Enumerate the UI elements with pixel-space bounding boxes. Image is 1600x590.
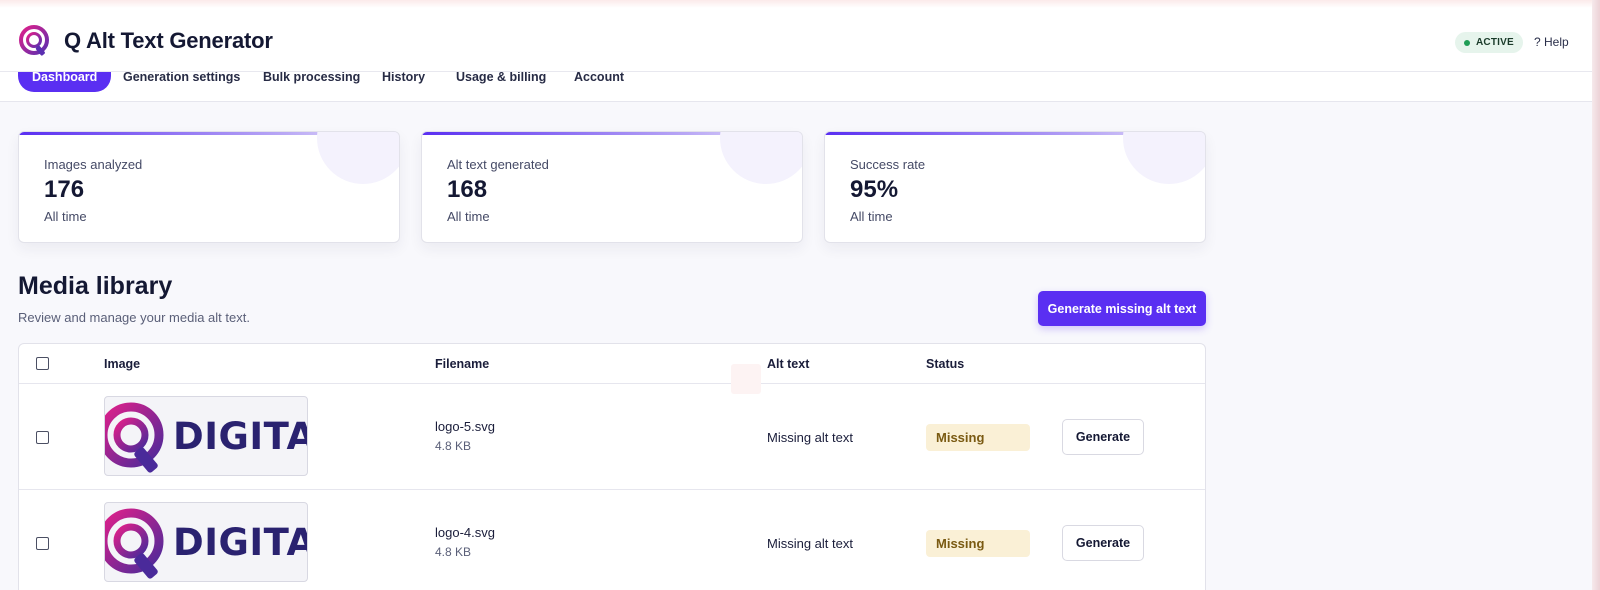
stat-subtitle: All time [850,209,893,224]
stat-subtitle: All time [447,209,490,224]
help-link[interactable]: ? Help [1534,35,1569,49]
q-logo-icon [19,25,49,56]
decorative-circle [317,132,399,184]
window-edge [1592,0,1600,590]
table-row: DIGITA logo-4.svg 4.8 KB Missing alt tex… [19,490,1205,590]
stat-value: 168 [447,176,488,203]
generate-missing-alt-text-button[interactable]: Generate missing alt text [1038,291,1206,326]
header-top-shadow [0,0,1592,8]
decorative-circle [720,132,802,184]
decorative-circle [1123,132,1205,184]
thumbnail-text: DIGITA [173,415,308,458]
app-title: Q Alt Text Generator [64,28,273,53]
stat-card-images-analyzed: Images analyzed 176 All time [18,131,400,243]
filename: logo-5.svg [435,419,495,434]
column-status: Status [926,357,965,371]
thumbnail-text: DIGITA [173,521,308,564]
stat-subtitle: All time [44,209,87,224]
table-row: DIGITA logo-5.svg 4.8 KB Missing alt tex… [19,384,1205,490]
column-alt-text: Alt text [767,357,810,371]
stat-card-success-rate: Success rate 95% All time [824,131,1206,243]
row-checkbox[interactable] [36,537,49,550]
column-filename: Filename [435,357,490,371]
media-table: Image Filename Alt text Status DIGITA lo… [18,343,1206,590]
app-header: Q Alt Text Generator ACTIVE ? Help [0,0,1592,72]
alt-text-value: Missing alt text [767,536,853,551]
media-thumbnail[interactable]: DIGITA [104,502,308,582]
generate-button[interactable]: Generate [1062,419,1144,455]
alt-text-value: Missing alt text [767,430,853,445]
file-size: 4.8 KB [435,439,472,453]
section-subtitle: Review and manage your media alt text. [18,310,250,325]
file-size: 4.8 KB [435,545,472,559]
main-nav: Dashboard Generation settings Bulk proce… [0,62,1592,102]
select-all-checkbox[interactable] [36,357,49,370]
table-header: Image Filename Alt text Status [19,344,1205,394]
filename: logo-4.svg [435,525,495,540]
status-badge: Missing [926,530,1030,557]
status-badge: Missing [926,424,1030,451]
stat-label: Images analyzed [44,157,143,172]
column-image: Image [104,357,141,371]
stat-card-alt-text-generated: Alt text generated 168 All time [421,131,803,243]
stat-value: 95% [850,176,899,203]
status-dot-icon [1464,39,1470,46]
stat-label: Success rate [850,157,926,172]
status-label: ACTIVE [1476,37,1514,48]
status-badge: ACTIVE [1455,32,1523,53]
section-title: Media library [18,272,173,300]
brand: Q Alt Text Generator [18,24,273,58]
stat-value: 176 [44,176,85,203]
media-thumbnail[interactable]: DIGITA [104,396,308,476]
generate-button[interactable]: Generate [1062,525,1144,561]
stat-label: Alt text generated [447,157,549,172]
row-checkbox[interactable] [36,431,49,444]
